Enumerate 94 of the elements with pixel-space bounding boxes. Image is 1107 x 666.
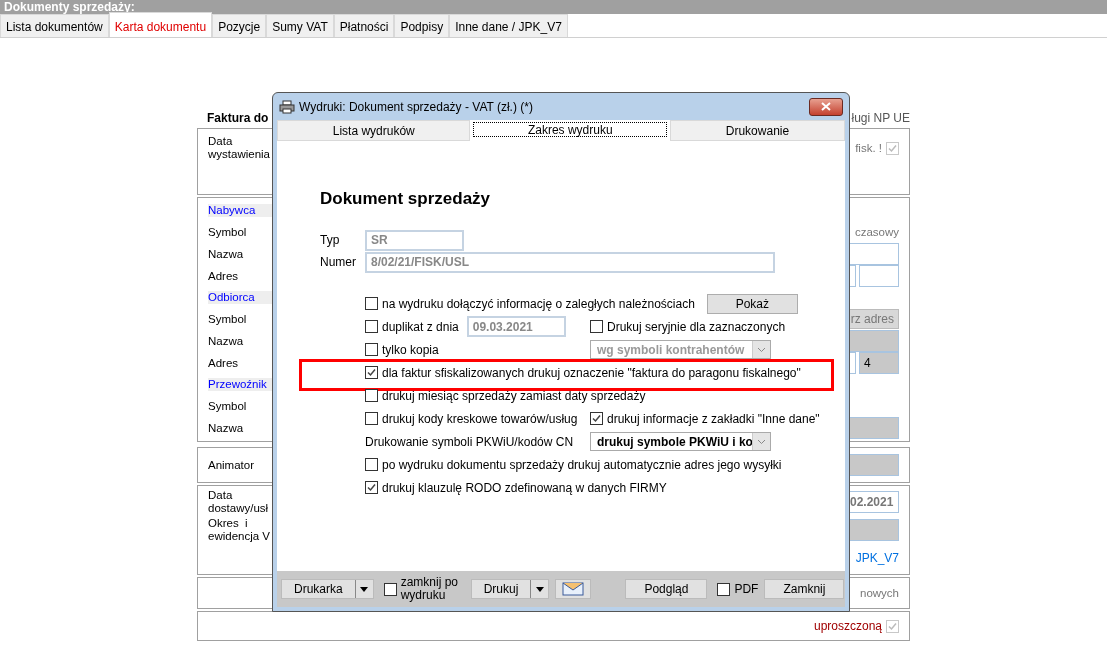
triangle-down-icon: [535, 586, 544, 592]
checkbox[interactable]: [383, 582, 397, 596]
dialog-button[interactable]: Zamknij: [764, 579, 845, 599]
check-icon: [591, 413, 602, 424]
tab[interactable]: Płatności: [333, 14, 395, 37]
dialog-title: Wydruki: Dokument sprzedaży - VAT (zł.) (*): [299, 99, 534, 114]
window-title: Dokumenty sprzedaży:: [0, 0, 1107, 14]
option-label: drukuj kody kreskowe towarów/usług: [382, 411, 578, 426]
field-label: Animator: [208, 458, 256, 472]
check-icon: [366, 482, 377, 493]
option-label: drukuj informacje z zakładki "Inne dane": [607, 411, 820, 426]
email-button[interactable]: [555, 579, 592, 599]
input-field[interactable]: 02.2021: [847, 491, 899, 513]
triangle-down-icon: [360, 586, 369, 592]
section-label: Odbiorca: [208, 291, 272, 305]
tab[interactable]: Lista wydruków: [277, 120, 471, 141]
option-label: drukuj klauzulę RODO zdefinowaną w danych FIRMY: [382, 480, 667, 495]
form-title: Faktura do: [206, 111, 269, 125]
field-label: Okres i ewidencja V: [208, 517, 271, 543]
checkbox-label: fisk. !: [855, 142, 882, 154]
split-button[interactable]: Drukuj: [470, 579, 550, 599]
input-field[interactable]: [859, 265, 899, 287]
checkbox[interactable]: [365, 389, 378, 402]
checkbox[interactable]: [590, 320, 603, 333]
section-label: Nabywca: [208, 204, 272, 218]
checkbox[interactable]: [365, 320, 378, 333]
tab[interactable]: Podpisy: [394, 14, 450, 37]
label-text: nowych: [860, 587, 899, 599]
option-label: Drukowanie symboli PKWiU/kodów CN: [365, 434, 574, 449]
check-icon: [366, 367, 377, 378]
label-text: ługi NP UE: [851, 111, 910, 125]
field-label: Typ: [320, 233, 341, 247]
tab[interactable]: Lista dokumentów: [0, 14, 109, 37]
dialog-button[interactable]: Podgląd: [625, 579, 708, 599]
warning-text: uproszczoną: [813, 619, 882, 633]
tab[interactable]: Pozycje: [212, 14, 267, 37]
field-label: Nazwa: [208, 421, 245, 435]
field-label: Symbol: [208, 312, 248, 326]
checkbox-label: PDF: [734, 582, 759, 596]
option-label: Drukuj seryjnie dla zaznaczonych: [607, 319, 786, 334]
input-field[interactable]: [847, 454, 899, 476]
show-button[interactable]: Pokaż: [706, 293, 798, 314]
close-icon: [821, 102, 831, 111]
date-field[interactable]: 09.03.2021: [466, 316, 566, 337]
checkbox[interactable]: [590, 412, 603, 425]
tab[interactable]: Karta dokumentu: [108, 12, 213, 37]
section-label: Przewoźnik: [208, 378, 272, 392]
printer-icon: [279, 99, 295, 114]
option-label: na wydruku dołączyć informację o zaległych należnościach: [382, 296, 695, 311]
split-button[interactable]: Drukarka: [281, 579, 374, 599]
checkbox[interactable]: [365, 297, 378, 310]
field-label: Nazwa: [208, 334, 245, 348]
checkbox[interactable]: [365, 412, 378, 425]
input-field[interactable]: [847, 330, 899, 352]
checkbox[interactable]: [717, 582, 731, 596]
tab[interactable]: Drukowanie: [669, 120, 845, 141]
option-label: dla faktur sfiskalizowanych drukuj oznaczenie "faktura do paragonu fiskalnego": [382, 365, 801, 380]
field-label: Data wystawienia: [208, 135, 271, 161]
checkbox[interactable]: [365, 458, 378, 471]
print-button[interactable]: Drukarka: [282, 580, 355, 598]
field-label: Symbol: [208, 399, 248, 413]
input-field[interactable]: [847, 243, 899, 265]
tab[interactable]: Zakres wydruku: [473, 122, 667, 137]
label-text: czasowy: [854, 226, 899, 239]
tab[interactable]: Inne dane / JPK_V7: [449, 14, 568, 37]
field-label: Data dostawy/usł: [208, 489, 270, 515]
input-field[interactable]: 8/02/21/FISK/USL: [365, 251, 775, 273]
close-button[interactable]: [809, 97, 843, 116]
dropdown[interactable]: drukuj symbole PKWiU i ko: [590, 432, 771, 451]
chevron-down-icon: [757, 438, 766, 445]
option-label: po wydruku dokumentu sprzedaży drukuj automatycznie adres jego wysyłki: [382, 457, 782, 472]
checkbox[interactable]: [365, 481, 378, 494]
option-label: drukuj miesiąc sprzedaży zamiast daty sprzedaży: [382, 388, 646, 403]
input-field[interactable]: [847, 417, 899, 439]
checkbox[interactable]: [365, 343, 378, 356]
envelope-icon: [562, 580, 585, 596]
field-label: Nazwa: [208, 247, 245, 261]
section-heading: Dokument sprzedaży: [320, 189, 492, 209]
input-field[interactable]: 4: [859, 352, 899, 374]
chevron-down-icon: [757, 346, 766, 353]
option-label: tylko kopia: [382, 342, 439, 357]
print-button[interactable]: Drukuj: [471, 580, 531, 598]
field-label: Numer: [320, 255, 357, 269]
field-label: Adres: [208, 356, 240, 370]
input-field[interactable]: SR: [365, 229, 464, 251]
field-label: Symbol: [208, 225, 248, 239]
check-icon: [887, 620, 898, 632]
check-icon: [887, 142, 898, 154]
tab[interactable]: Sumy VAT: [266, 14, 334, 37]
checkbox-label: zamknij po wydruku: [400, 576, 460, 602]
option-label: duplikat z dnia: [382, 319, 459, 334]
link[interactable]: JPK_V7: [855, 551, 899, 565]
checkbox[interactable]: [365, 366, 378, 379]
field-label: Adres: [208, 269, 240, 283]
